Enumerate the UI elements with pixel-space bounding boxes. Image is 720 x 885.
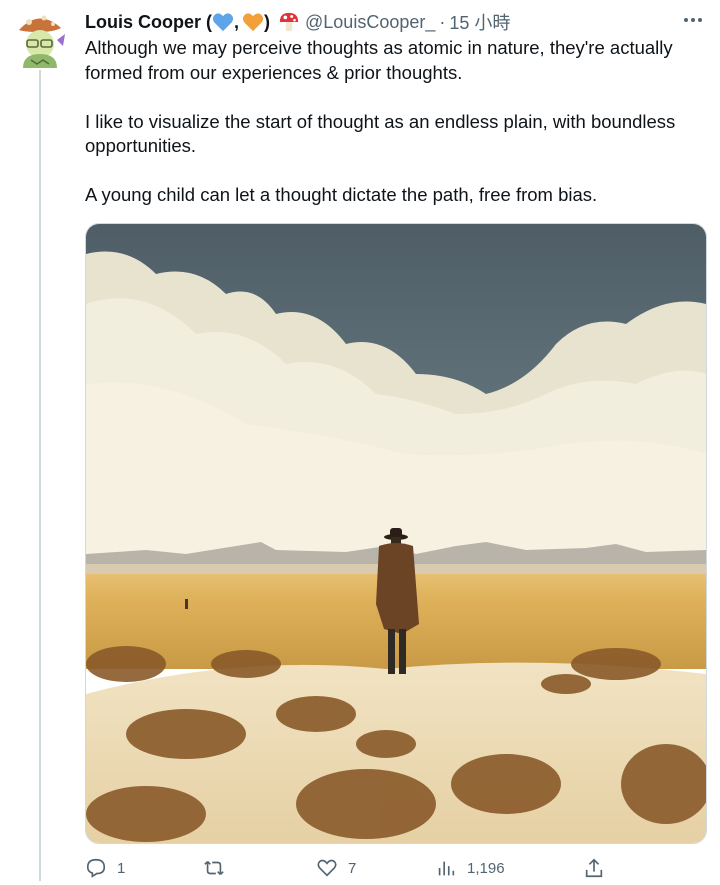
tweet-timestamp[interactable]: 15 小時 — [449, 9, 510, 35]
like-count: 7 — [348, 859, 357, 877]
tweet-paragraph: I like to visualize the start of thought… — [85, 110, 681, 157]
author-handle[interactable]: @LouisCooper_ — [305, 12, 435, 33]
author-name-separator: , — [234, 11, 240, 32]
thread-line — [39, 70, 41, 881]
tweet-header: Louis Cooper ( , ) @LouisCooper_ · 15 小時 — [85, 10, 700, 34]
tweet-image[interactable] — [85, 223, 707, 844]
orange-heart-icon — [242, 13, 264, 32]
like-button[interactable]: 7 — [316, 857, 356, 879]
reply-count: 1 — [117, 859, 126, 877]
avatar[interactable] — [13, 10, 65, 68]
views-button[interactable]: 1,196 — [435, 857, 505, 879]
author-name-close: ) — [264, 11, 271, 32]
share-icon — [585, 858, 603, 878]
blue-heart-icon — [212, 13, 234, 32]
views-count: 1,196 — [467, 859, 505, 877]
author-name[interactable]: Louis Cooper ( — [85, 12, 212, 33]
tweet-paragraph: Although we may perceive thoughts as ato… — [85, 37, 678, 83]
share-button[interactable] — [583, 857, 605, 879]
more-icon[interactable] — [682, 12, 704, 28]
retweet-icon — [204, 860, 224, 876]
views-chart-icon — [438, 861, 455, 876]
retweet-button[interactable] — [203, 857, 235, 879]
heart-icon — [317, 859, 337, 877]
reply-button[interactable]: 1 — [85, 857, 125, 879]
tweet-text: Although we may perceive thoughts as ato… — [85, 36, 705, 232]
mushroom-icon — [279, 12, 299, 32]
tweet-paragraph: A young child can let a thought dictate … — [85, 184, 598, 205]
reply-icon — [86, 858, 106, 878]
header-separator: · — [439, 11, 446, 32]
